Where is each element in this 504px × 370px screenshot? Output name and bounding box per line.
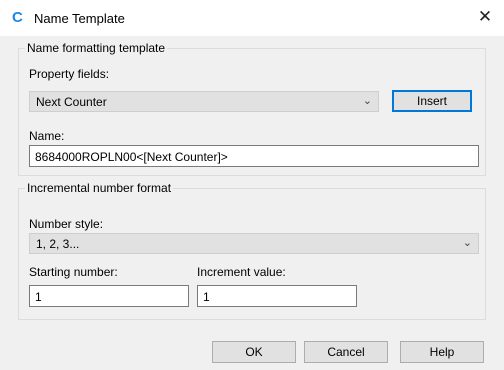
name-formatting-group: Name formatting template Property fields… xyxy=(18,41,486,176)
property-fields-value: Next Counter xyxy=(36,95,107,109)
name-field[interactable]: 8684000ROPLN00<[Next Counter]> xyxy=(29,145,479,167)
increment-value-label: Increment value: xyxy=(197,265,286,279)
number-style-label: Number style: xyxy=(29,217,104,231)
starting-number-label: Starting number: xyxy=(29,265,118,279)
ok-button[interactable]: OK xyxy=(212,341,296,363)
insert-button[interactable]: Insert xyxy=(392,90,472,112)
help-button[interactable]: Help xyxy=(400,341,484,363)
starting-number-value: 1 xyxy=(35,290,42,304)
incremental-number-group: Incremental number format Number style: … xyxy=(18,181,486,320)
property-fields-label: Property fields: xyxy=(29,67,110,81)
starting-number-field[interactable]: 1 xyxy=(29,285,189,307)
number-style-dropdown[interactable]: 1, 2, 3... ⌄ xyxy=(29,233,479,254)
cancel-button[interactable]: Cancel xyxy=(304,341,388,363)
increment-value-field[interactable]: 1 xyxy=(197,285,357,307)
chevron-down-icon: ⌄ xyxy=(362,95,372,107)
incremental-number-group-title: Incremental number format xyxy=(25,181,174,195)
dialog-body: Name formatting template Property fields… xyxy=(0,36,504,370)
name-formatting-group-title: Name formatting template xyxy=(25,41,168,55)
title-bar: C Name Template ✕ xyxy=(0,0,504,36)
property-fields-dropdown[interactable]: Next Counter ⌄ xyxy=(29,91,379,112)
number-style-value: 1, 2, 3... xyxy=(36,237,80,251)
window-title: Name Template xyxy=(34,11,125,26)
close-icon[interactable]: ✕ xyxy=(472,6,498,30)
app-icon: C xyxy=(12,9,23,26)
name-field-value: 8684000ROPLN00<[Next Counter]> xyxy=(35,150,228,164)
name-label: Name: xyxy=(29,129,65,143)
increment-value-value: 1 xyxy=(203,290,210,304)
chevron-down-icon: ⌄ xyxy=(462,237,472,249)
